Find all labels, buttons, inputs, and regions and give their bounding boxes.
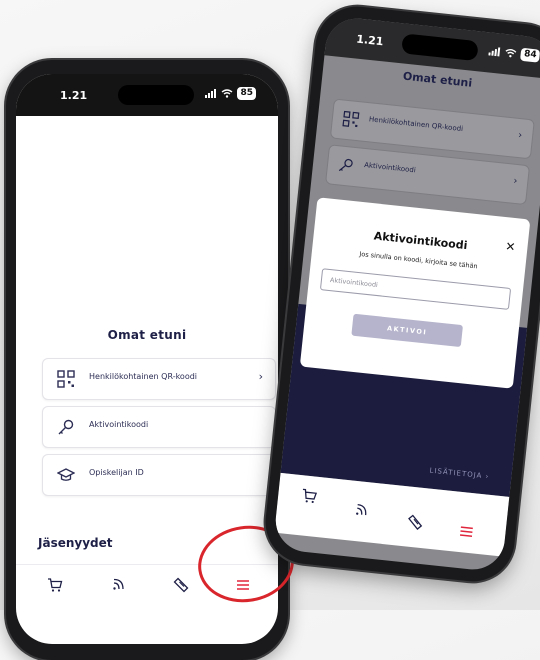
close-icon[interactable]: ✕	[505, 239, 516, 254]
chevron-right-icon: ›	[258, 370, 263, 383]
menu-icon	[459, 526, 473, 538]
cart-icon	[48, 578, 63, 592]
menu-item-label: Aktivointikoodi	[89, 420, 149, 429]
wifi-icon	[222, 89, 233, 98]
activation-code-input[interactable]	[319, 268, 512, 310]
menu-item-student-id[interactable]: Opiskelijan ID	[42, 454, 276, 496]
status-bar: 1.21 85	[16, 74, 278, 116]
key-icon	[58, 419, 74, 435]
ticket-icon	[173, 577, 189, 593]
page-title: Omat etuni	[107, 328, 187, 342]
status-time: 1.21	[60, 89, 88, 102]
activation-code-modal: Aktivointikoodi ✕ Jos sinulla on koodi, …	[299, 197, 531, 389]
chevron-right-icon: ›	[512, 175, 518, 188]
phone-right: 1.21 84 Omat etuni Henkilökohtainen QR-k…	[261, 2, 540, 586]
battery-indicator: 85	[237, 87, 256, 100]
tab-nfc[interactable]	[350, 499, 374, 523]
qr-code-icon	[57, 370, 75, 388]
key-icon	[338, 158, 353, 172]
menu-item-label: Aktivointikoodi	[363, 161, 417, 175]
cart-icon	[302, 488, 318, 504]
menu-item-qr-code[interactable]: Henkilökohtainen QR-koodi ›	[42, 358, 276, 400]
ticket-icon	[408, 514, 423, 530]
status-icons: 84	[488, 44, 540, 63]
signal-icon	[205, 89, 217, 98]
graduation-cap-icon	[57, 468, 75, 481]
menu-item-label: Henkilökohtainen QR-koodi	[89, 372, 198, 381]
tab-menu[interactable]	[454, 520, 478, 544]
status-time: 1.21	[355, 32, 385, 49]
nfc-icon	[356, 504, 367, 516]
dynamic-island	[401, 33, 479, 62]
tab-tickets[interactable]	[170, 574, 192, 596]
memberships-heading: Jäsenyydet	[38, 536, 113, 550]
tab-cart[interactable]	[44, 574, 66, 596]
tab-tickets[interactable]	[403, 510, 427, 534]
menu-item-label: Henkilökohtainen QR-koodi	[368, 115, 464, 134]
tab-nfc[interactable]	[108, 574, 130, 596]
status-icons: 85	[205, 87, 256, 100]
battery-indicator: 84	[520, 47, 540, 63]
menu-item-activation-code[interactable]: Aktivointikoodi	[42, 406, 276, 448]
dynamic-island	[118, 85, 194, 105]
wifi-icon	[505, 49, 517, 58]
nfc-icon	[113, 578, 124, 590]
tab-cart[interactable]	[297, 484, 321, 508]
menu-item-label: Opiskelijan ID	[89, 468, 144, 477]
activate-button[interactable]: AKTIVOI	[351, 313, 464, 348]
signal-icon	[488, 47, 501, 57]
qr-code-icon	[342, 110, 360, 128]
chevron-right-icon: ›	[517, 129, 523, 142]
